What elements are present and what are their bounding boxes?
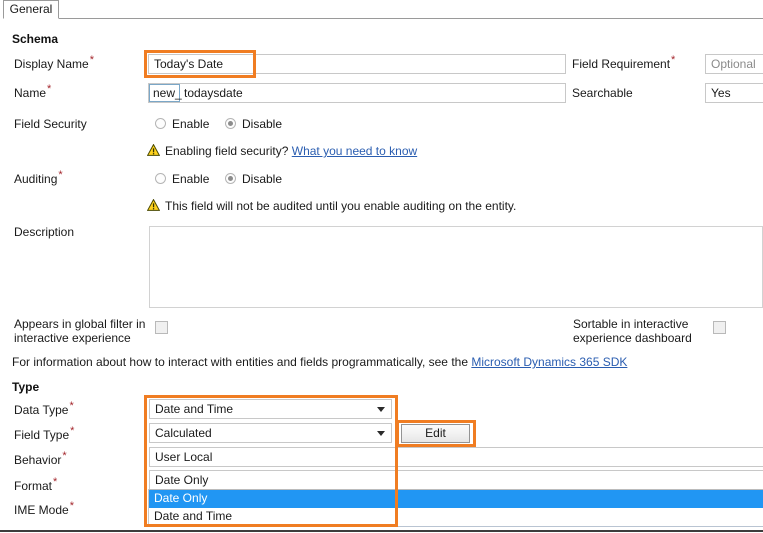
- global-filter-checkbox[interactable]: [155, 321, 168, 334]
- format-dropdown-list[interactable]: Date Only Date and Time: [148, 489, 763, 527]
- global-filter-label-line1: Appears in global filter in: [14, 317, 146, 331]
- required-asterisk: *: [53, 476, 58, 488]
- dropdown-option-date-and-time[interactable]: Date and Time: [148, 508, 763, 526]
- format-label-text: Format: [14, 479, 53, 493]
- auditing-disable-radio[interactable]: [225, 173, 236, 184]
- field-security-note: Enabling field security? What you need t…: [165, 144, 417, 158]
- sdk-note: For information about how to interact wi…: [12, 355, 627, 369]
- auditing-note: This field will not be audited until you…: [165, 199, 517, 213]
- chevron-down-icon: [377, 431, 385, 436]
- data-type-select[interactable]: Date and Time: [149, 399, 392, 419]
- edit-button[interactable]: Edit: [401, 424, 470, 443]
- required-asterisk: *: [58, 169, 63, 181]
- field-security-enable-radio[interactable]: [155, 118, 166, 129]
- name-prefix-box[interactable]: new_: [149, 84, 182, 102]
- behavior-label-text: Behavior: [14, 453, 62, 467]
- bottom-divider: [0, 530, 763, 532]
- auditing-enable-radio[interactable]: [155, 173, 166, 184]
- data-type-label-text: Data Type: [14, 403, 69, 417]
- field-security-enable-label[interactable]: Enable: [172, 117, 209, 131]
- field-security-help-link[interactable]: What you need to know: [292, 144, 417, 158]
- auditing-label: Auditing*: [14, 169, 63, 187]
- display-name-label-text: Display Name: [14, 57, 89, 71]
- schema-section-title: Schema: [12, 32, 59, 46]
- behavior-label: Behavior*: [14, 450, 67, 468]
- data-type-value: Date and Time: [155, 402, 234, 416]
- field-security-disable-label[interactable]: Disable: [242, 117, 282, 131]
- warning-triangle-icon: [147, 144, 160, 156]
- sortable-label-line1: Sortable in interactive: [573, 317, 689, 331]
- field-requirement-label-text: Field Requirement: [572, 57, 671, 71]
- warning-triangle-icon: [147, 199, 160, 211]
- auditing-disable-label[interactable]: Disable: [242, 172, 282, 186]
- field-type-value: Calculated: [155, 426, 212, 440]
- field-security-label: Field Security: [14, 117, 87, 131]
- required-asterisk: *: [89, 54, 94, 66]
- sortable-label-line2: experience dashboard: [573, 331, 692, 345]
- required-asterisk: *: [671, 54, 676, 66]
- tab-strip: General: [0, 0, 763, 20]
- required-asterisk: *: [70, 425, 75, 437]
- dropdown-left-border: [148, 489, 149, 527]
- display-name-label: Display Name*: [14, 54, 94, 72]
- required-asterisk: *: [69, 500, 74, 512]
- searchable-select[interactable]: Yes: [705, 83, 763, 103]
- required-asterisk: *: [47, 83, 52, 95]
- ime-mode-label: IME Mode*: [14, 500, 74, 518]
- field-type-label: Field Type*: [14, 425, 75, 443]
- ime-mode-label-text: IME Mode: [14, 503, 69, 517]
- name-label: Name*: [14, 83, 52, 101]
- chevron-down-icon: [377, 407, 385, 412]
- field-security-note-text: Enabling field security?: [165, 144, 289, 158]
- display-name-input[interactable]: Today's Date: [148, 54, 566, 74]
- format-label: Format*: [14, 476, 58, 494]
- name-label-text: Name: [14, 86, 47, 100]
- description-textarea[interactable]: [149, 226, 763, 308]
- name-input[interactable]: todaysdate: [148, 83, 566, 103]
- sdk-note-text: For information about how to interact wi…: [12, 355, 468, 369]
- description-label: Description: [14, 225, 75, 239]
- dropdown-bottom-border: [148, 526, 763, 527]
- type-section-title: Type: [12, 380, 40, 394]
- tab-general[interactable]: General: [3, 0, 59, 19]
- field-type-label-text: Field Type: [14, 428, 70, 442]
- behavior-select[interactable]: User Local: [149, 447, 763, 467]
- field-type-select[interactable]: Calculated: [149, 423, 392, 443]
- field-requirement-select[interactable]: Optional: [705, 54, 763, 74]
- sdk-link[interactable]: Microsoft Dynamics 365 SDK: [471, 355, 627, 369]
- auditing-label-text: Auditing: [14, 172, 58, 186]
- data-type-label: Data Type*: [14, 400, 74, 418]
- format-select[interactable]: Date Only: [149, 470, 763, 490]
- sortable-checkbox[interactable]: [713, 321, 726, 334]
- field-security-disable-radio[interactable]: [225, 118, 236, 129]
- required-asterisk: *: [62, 450, 67, 462]
- required-asterisk: *: [69, 400, 74, 412]
- global-filter-label-line2: interactive experience: [14, 331, 131, 345]
- tab-strip-underline: [59, 18, 763, 19]
- auditing-enable-label[interactable]: Enable: [172, 172, 209, 186]
- field-requirement-label: Field Requirement*: [572, 54, 676, 72]
- dropdown-option-date-only[interactable]: Date Only: [148, 490, 763, 508]
- searchable-label: Searchable: [572, 86, 633, 100]
